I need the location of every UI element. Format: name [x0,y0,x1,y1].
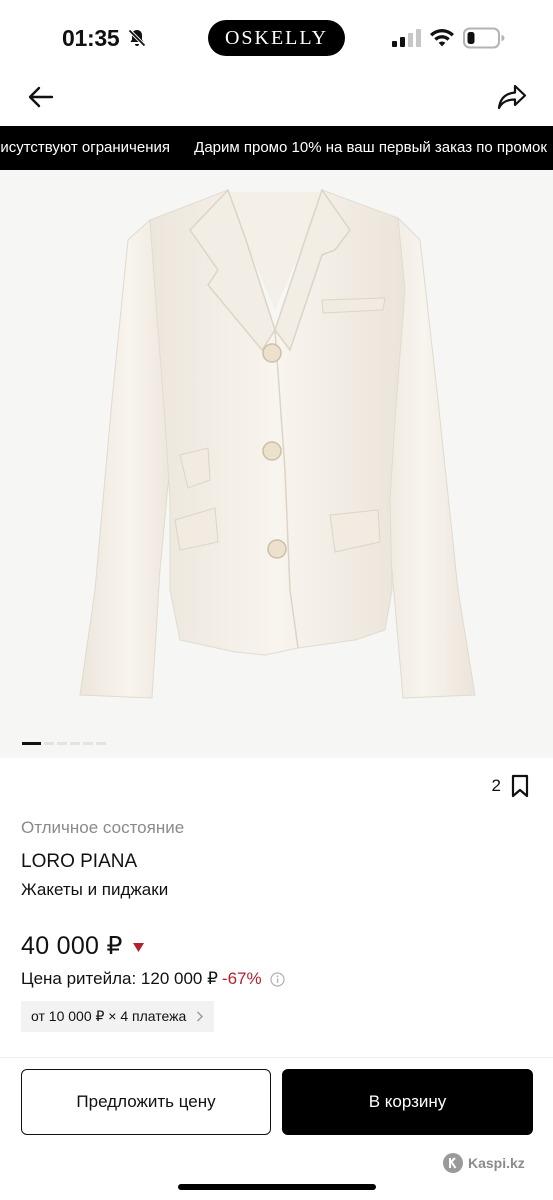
favorites-count: 2 [491,776,501,795]
status-bar: 01:35 OSKELLY [0,0,553,76]
installments-chip[interactable]: от 10 000 ₽ × 4 платежа [21,1001,215,1032]
status-time: 01:35 [62,25,120,51]
divider [0,1057,553,1058]
signal-icon [392,29,421,47]
share-icon[interactable] [496,82,528,112]
add-to-cart-button[interactable]: В корзину [282,1069,533,1135]
price: 40 000 ₽ [21,932,123,960]
item-category: Жакеты и пиджаки [21,880,169,899]
gallery-dot [96,742,106,745]
gallery-dot [70,742,80,745]
watermark: Kaspi.kz [443,1153,525,1173]
battery-icon [463,27,505,49]
ticker-track: рисутствуют ограничения Дарим промо 10% … [0,126,553,170]
ticker-item: рисутствуют ограничения [0,139,170,156]
wifi-icon [430,29,454,47]
chevron-right-icon [197,1011,204,1022]
price-drop-icon [132,942,144,952]
gallery-dot [83,742,93,745]
product-gallery[interactable] [0,170,553,758]
gallery-dot-active [22,742,41,745]
discount-percent: -67% [221,969,262,988]
bookmark-icon[interactable] [511,774,529,798]
brand-name[interactable]: LORO PIANA [21,851,137,873]
gallery-dot [44,742,54,745]
retail-price-row: Цена ритейла: 120 000 ₽ -67% [21,969,285,989]
installments-text: от 10 000 ₽ × 4 платежа [31,1008,187,1024]
gallery-dots [22,742,109,746]
price-row: 40 000 ₽ [21,931,144,961]
item-condition: Отличное состояние [21,818,185,837]
watermark-text: Kaspi.kz [468,1155,525,1171]
favorites-row[interactable]: 2 [492,772,529,800]
home-indicator[interactable] [178,1184,376,1190]
retail-price: Цена ритейла: 120 000 ₽ [21,969,218,988]
arrow-left-icon[interactable] [26,82,56,112]
bell-muted-icon [128,29,146,47]
make-offer-button[interactable]: Предложить цену [21,1069,271,1135]
product-photo [0,170,553,758]
top-nav [0,76,553,126]
gallery-dot [57,742,67,745]
promo-ticker[interactable]: рисутствуют ограничения Дарим промо 10% … [0,126,553,170]
kaspi-logo-icon [443,1153,463,1173]
app-logo-pill: OSKELLY [208,20,345,56]
info-icon[interactable] [269,971,285,987]
ticker-item: Дарим промо 10% на ваш первый заказ по п… [194,139,547,156]
